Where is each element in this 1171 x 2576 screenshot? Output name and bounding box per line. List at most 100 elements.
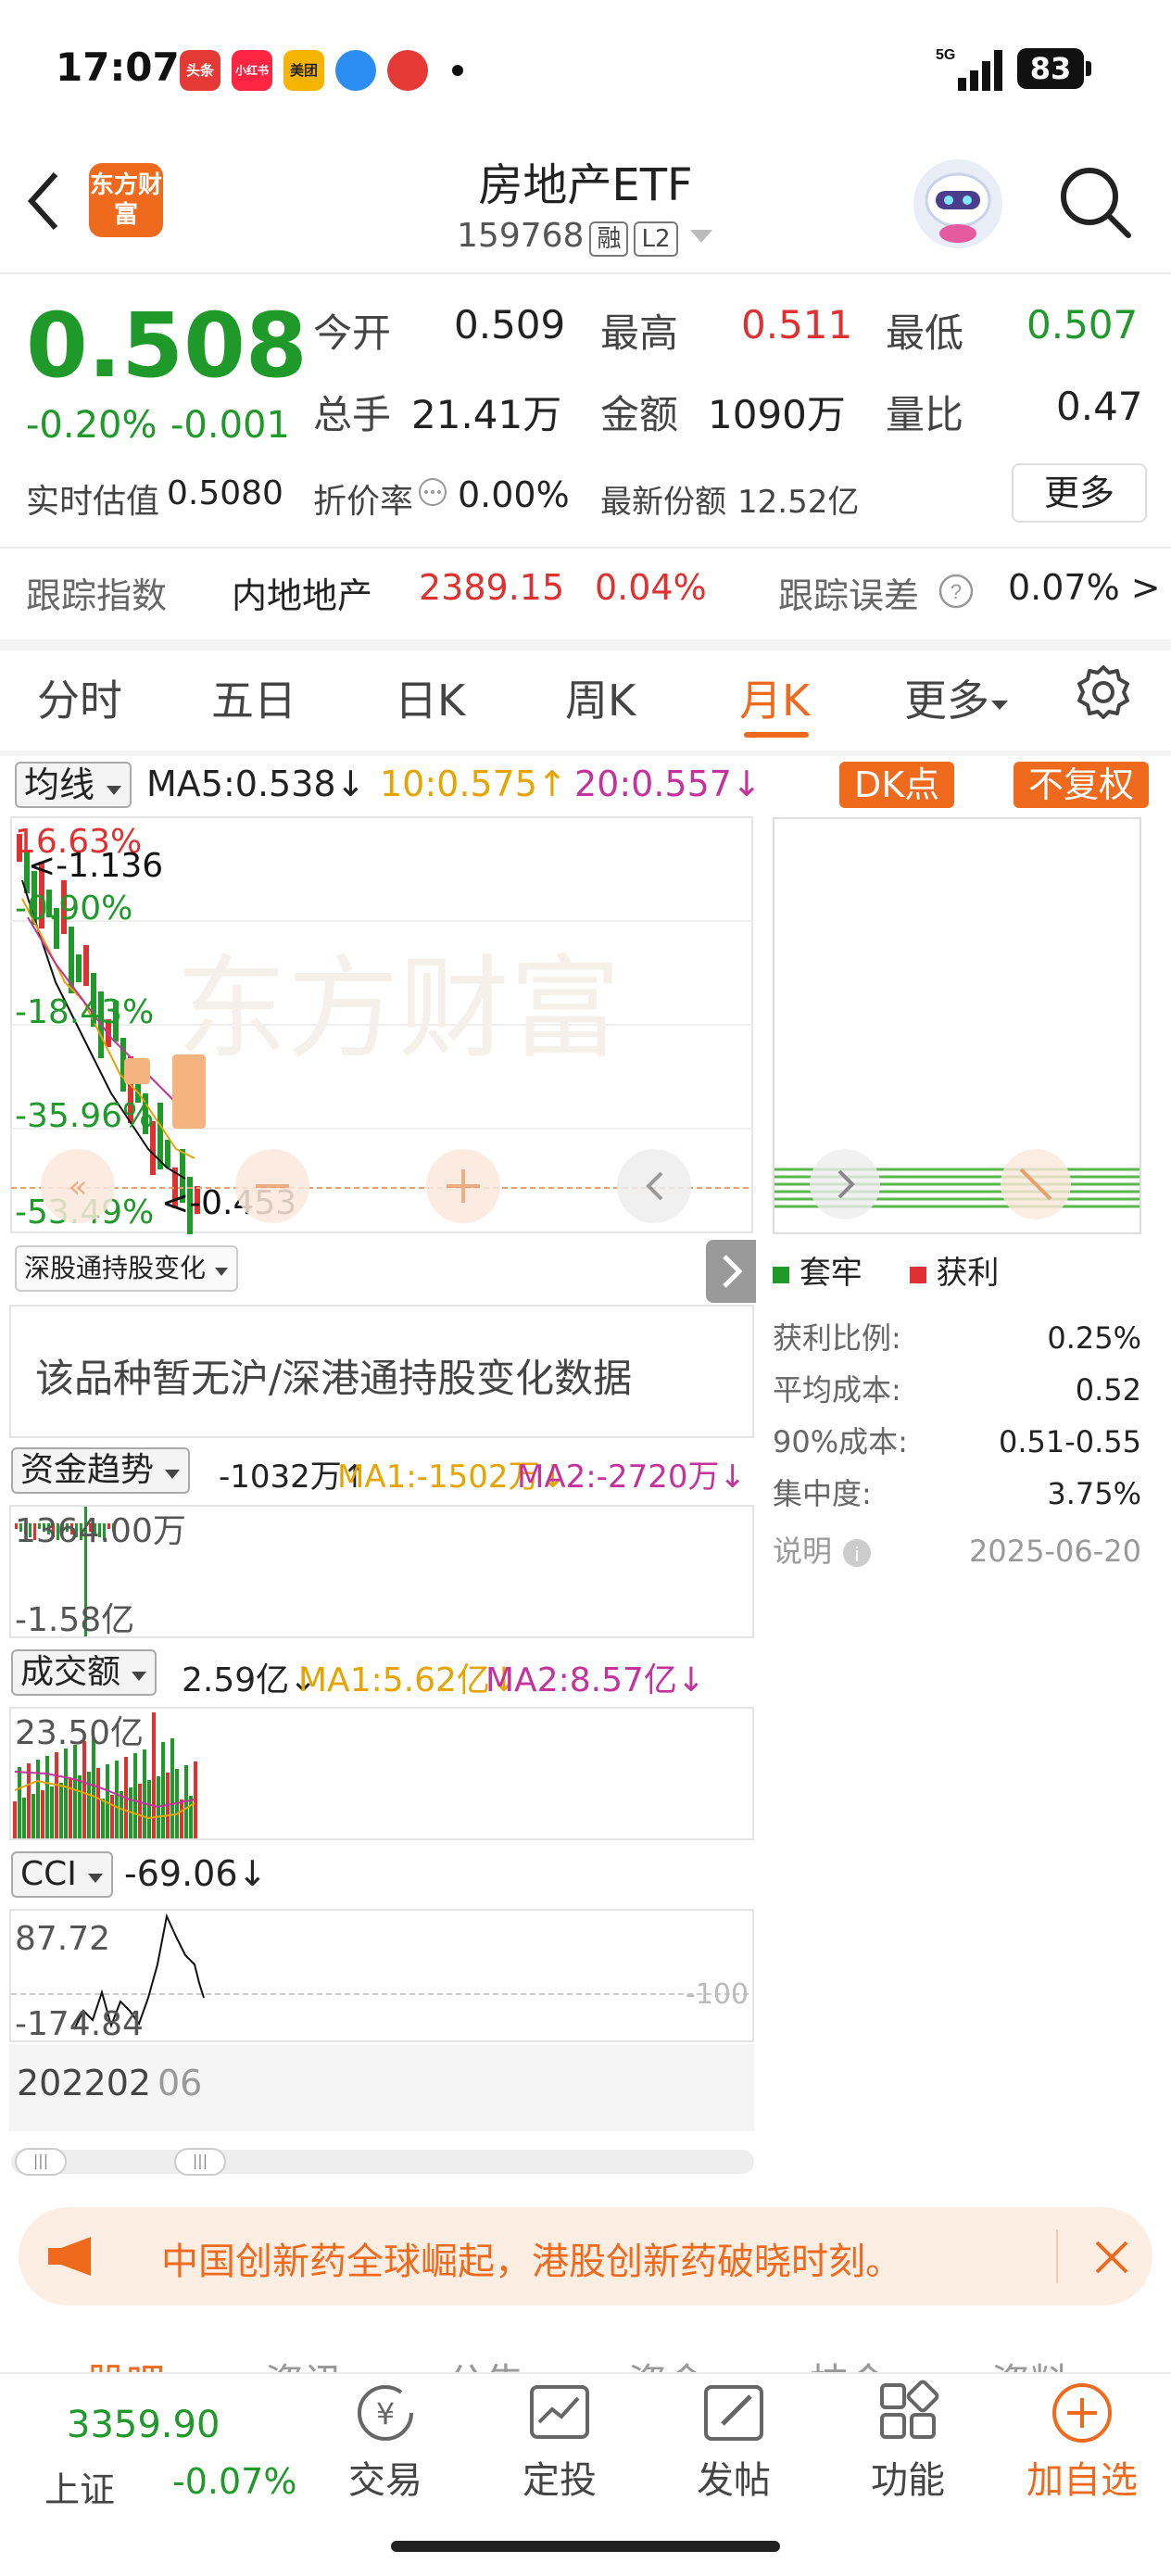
hk-holding-panel: 该品种暂无沪/深港通持股变化数据 [9, 1305, 754, 1438]
avg-cost-value: 0.52 [1075, 1372, 1141, 1408]
feather-app-icon [335, 50, 376, 91]
gear-icon[interactable] [1075, 663, 1132, 721]
status-bar: 17:07 头条 小红书 美团 5G 83 [0, 0, 1171, 139]
chip-note-row[interactable]: 说明 i 2025-06-20 [773, 1525, 1141, 1577]
turnover-value: 2.59亿↓ [182, 1661, 318, 1699]
tab-daily-k[interactable]: 日K [395, 667, 465, 728]
cci-select-label: CCI [20, 1855, 77, 1893]
amount-label: 金额 [600, 392, 679, 437]
xiaohongshu-app-icon: 小红书 [232, 50, 272, 91]
turnover-bar [41, 1790, 44, 1838]
scroll-left-icon[interactable] [617, 1149, 691, 1223]
l2-tag: L2 [634, 221, 678, 257]
tracking-index-value: 2389.15 [419, 567, 565, 608]
sh-index-value[interactable]: 3359.90 [67, 2404, 220, 2446]
nav-fixed-invest[interactable]: 定投 [495, 2380, 624, 2504]
news-text: 中国创新药全球崛起，港股创新药破晓时刻。 [161, 2241, 902, 2283]
turnover-bar [82, 1741, 86, 1838]
caret-down-icon [165, 1470, 181, 1479]
tab-intraday[interactable]: 分时 [37, 667, 122, 728]
tracking-index-name[interactable]: 内地地产 [232, 567, 372, 618]
turnover-select-label: 成交额 [20, 1653, 121, 1691]
grid-icon [880, 2380, 939, 2439]
ma-select[interactable]: 均线 [15, 762, 132, 808]
sh-index-percent[interactable]: -0.07% [172, 2461, 296, 2502]
adjust-type-button[interactable]: 不复权 [1014, 762, 1150, 808]
cci-select[interactable]: CCI [11, 1851, 114, 1898]
turnover-y-top: 23.50亿 [15, 1714, 144, 1752]
side-panel-toggle[interactable] [706, 1240, 756, 1303]
nav-add-watchlist[interactable]: 加自选 [1017, 2380, 1147, 2504]
tab-more-label: 更多 [904, 676, 989, 726]
tab-monthly-k[interactable]: 月K [739, 667, 810, 728]
hk-holding-select[interactable]: 深股通持股变化 [15, 1245, 238, 1292]
note-label: 说明 [773, 1534, 833, 1569]
last-price: 0.508 [26, 294, 308, 398]
battery-icon: 83 [1017, 48, 1091, 89]
turnover-bar [73, 1745, 77, 1838]
svg-text:¥: ¥ [376, 2396, 395, 2431]
search-icon[interactable] [1056, 163, 1134, 241]
close-icon[interactable] [1093, 2239, 1130, 2276]
tab-more[interactable]: 更多 [904, 667, 1010, 728]
range-handle-left[interactable]: ||| [15, 2148, 67, 2176]
range-handle-right[interactable]: ||| [174, 2148, 226, 2176]
tab-five-day[interactable]: 五日 [211, 667, 296, 728]
assistant-avatar[interactable] [913, 159, 1002, 248]
high-label: 最高 [600, 310, 679, 356]
open-label: 今开 [313, 310, 392, 356]
turnover-ma2: MA2:8.57亿↓ [485, 1661, 706, 1699]
fund-trend-chart[interactable]: 1364.00万 -1.58亿 [9, 1505, 754, 1638]
more-quote-button[interactable]: 更多 [1012, 463, 1147, 523]
turnover-bar [55, 1752, 58, 1838]
hk-holding-select-label: 深股通持股变化 [24, 1253, 207, 1283]
turnover-bar [138, 1784, 142, 1838]
volume-value: 21.41万 [411, 392, 562, 437]
home-indicator [391, 2541, 780, 2552]
cci-value: -69.06↓ [124, 1853, 268, 1894]
nav-post[interactable]: 发帖 [669, 2380, 799, 2504]
turnover-bar [13, 1801, 17, 1838]
discount-value: 0.00% [458, 474, 570, 515]
turnover-bar [133, 1753, 137, 1838]
turnover-bar [18, 1767, 21, 1838]
fund-trend-select[interactable]: 资金趋势 [11, 1447, 191, 1494]
turnover-bar [78, 1775, 82, 1838]
dk-point-button[interactable]: DK点 [839, 762, 955, 808]
fund-ma2: MA2:-2720万↓ [517, 1458, 746, 1496]
cost90-value: 0.51-0.55 [998, 1424, 1141, 1459]
concentration-value: 3.75% [1047, 1476, 1141, 1511]
tab-weekly-k[interactable]: 周K [565, 667, 636, 728]
range-slider[interactable]: ||| ||| [11, 2148, 754, 2176]
meituan-app-icon: 美团 [283, 50, 324, 91]
news-banner[interactable]: 中国创新药全球崛起，港股创新药破晓时刻。 [19, 2207, 1152, 2305]
help-icon[interactable]: ? [938, 573, 975, 610]
status-time: 17:07 [56, 44, 180, 90]
svg-text:?: ? [951, 580, 962, 603]
change-amount: -0.001 [170, 404, 290, 447]
turnover-bar [36, 1760, 40, 1838]
ma5-value: MA5:0.538↓ [146, 764, 366, 804]
kline-chart[interactable]: 东方财富 16.63% <-1.136 -0.90% -18.43% -35.9… [9, 815, 754, 1234]
loss-legend-label: 套牢 [799, 1255, 863, 1292]
chip-distribution-chart[interactable] [773, 817, 1141, 1236]
turnover-bar [92, 1737, 95, 1838]
caret-down-icon [88, 1874, 104, 1883]
turnover-bar [120, 1791, 123, 1838]
sh-index-name[interactable]: 上证 [44, 2461, 115, 2512]
max-price-mark: <-1.136 [28, 847, 163, 885]
nav-trade[interactable]: ¥ 交易 [321, 2380, 450, 2504]
turnover-bar [27, 1763, 31, 1838]
info-dots-icon[interactable] [417, 476, 448, 508]
volume-ratio-label: 量比 [886, 392, 964, 437]
turnover-chart[interactable]: 23.50亿 [9, 1707, 754, 1840]
cost90-label: 90%成本: [773, 1424, 908, 1459]
high-value: 0.511 [741, 302, 853, 347]
caret-down-icon [132, 1672, 147, 1681]
chip-next-icon[interactable] [810, 1149, 880, 1219]
tracking-error-value[interactable]: 0.07% > [1008, 567, 1161, 608]
nav-functions[interactable]: 功能 [843, 2380, 973, 2504]
cci-chart[interactable]: 87.72 -174.84 -100 [9, 1909, 754, 2044]
turnover-select[interactable]: 成交额 [11, 1649, 157, 1696]
chevron-right-icon [723, 1255, 743, 1288]
